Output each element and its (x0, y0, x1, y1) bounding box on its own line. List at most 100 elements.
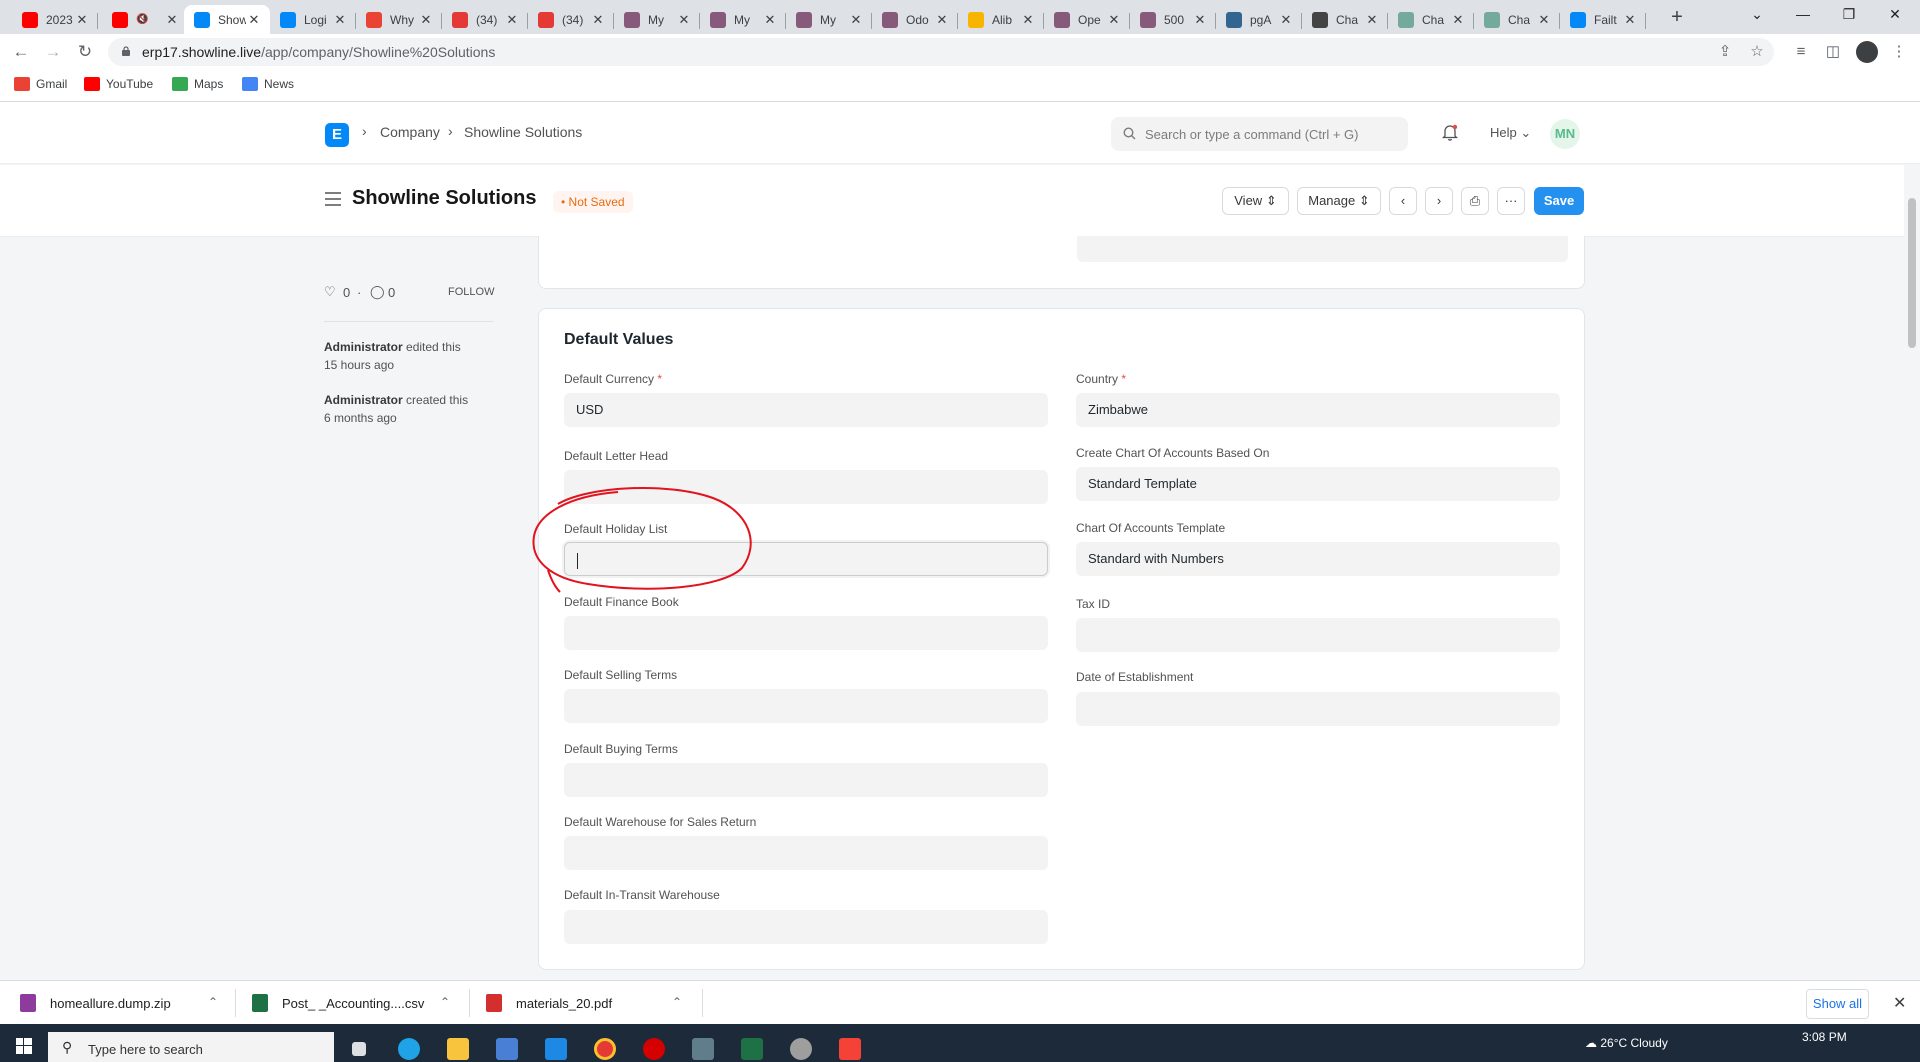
country-field[interactable]: Zimbabwe (1076, 393, 1560, 427)
browser-tab[interactable]: Show ✕ (184, 5, 270, 34)
timeline-user[interactable]: Administrator (324, 393, 403, 407)
default-finance-book-field[interactable] (564, 616, 1048, 650)
excel-icon[interactable] (741, 1038, 763, 1060)
bookmark-news[interactable]: News (242, 77, 294, 91)
muted-speaker-icon[interactable]: 🔇 (136, 14, 148, 25)
app-logo[interactable]: E (325, 123, 349, 147)
download-item[interactable]: materials_20.pdf ⌃ (486, 981, 686, 1025)
browser-tab[interactable]: pgA ✕ (1216, 5, 1302, 34)
show-all-downloads-button[interactable]: Show all (1806, 989, 1869, 1019)
previous-field-input[interactable] (1077, 236, 1568, 262)
browser-tab[interactable]: Logi ✕ (270, 5, 356, 34)
close-tab-icon[interactable]: ✕ (332, 12, 348, 28)
default-selling-terms-field[interactable] (564, 689, 1048, 723)
scrollbar-thumb[interactable] (1908, 198, 1916, 348)
share-icon[interactable]: ⇪ (1714, 41, 1736, 63)
close-tab-icon[interactable]: ✕ (934, 12, 950, 28)
bookmark-star-icon[interactable]: ☆ (1746, 41, 1768, 63)
default-buying-terms-field[interactable] (564, 763, 1048, 797)
mail-icon[interactable] (545, 1038, 567, 1060)
close-tab-icon[interactable]: ✕ (848, 12, 864, 28)
close-tab-icon[interactable]: ✕ (590, 12, 606, 28)
date-of-establishment-field[interactable] (1076, 692, 1560, 726)
view-button[interactable]: View ⇕ (1222, 187, 1289, 215)
close-tab-icon[interactable]: ✕ (1364, 12, 1380, 28)
browser-tab[interactable]: My ✕ (700, 5, 786, 34)
close-tab-icon[interactable]: ✕ (762, 12, 778, 28)
chevron-up-icon[interactable]: ⌃ (440, 995, 450, 1009)
manage-button[interactable]: Manage ⇕ (1297, 187, 1381, 215)
close-tab-icon[interactable]: ✕ (1020, 12, 1036, 28)
browser-tab[interactable]: (34) ✕ (528, 5, 614, 34)
download-item[interactable]: homeallure.dump.zip ⌃ (20, 981, 220, 1025)
browser-menu-icon[interactable]: ⋮ (1888, 41, 1910, 63)
heart-icon[interactable]: ♡ (324, 284, 336, 300)
close-tab-icon[interactable]: ✕ (1278, 12, 1294, 28)
tax-id-field[interactable] (1076, 618, 1560, 652)
task-view-icon[interactable] (352, 1042, 366, 1056)
close-tab-icon[interactable]: ✕ (164, 12, 180, 28)
comment-icon[interactable]: ◯ (370, 284, 385, 300)
default-warehouse-sales-return-field[interactable] (564, 836, 1048, 870)
close-tab-icon[interactable]: ✕ (1450, 12, 1466, 28)
timeline-user[interactable]: Administrator (324, 340, 403, 354)
browser-tab[interactable]: 2023 ✕ (12, 5, 98, 34)
address-bar[interactable]: erp17.showline.live/app/company/Showline… (108, 38, 1774, 66)
forward-icon[interactable]: → (40, 39, 66, 65)
breadcrumb-company[interactable]: Company (380, 124, 440, 140)
browser-tab[interactable]: Why ✕ (356, 5, 442, 34)
browser-tab[interactable]: Odo ✕ (872, 5, 958, 34)
close-tab-icon[interactable]: ✕ (504, 12, 520, 28)
taskbar-search-input[interactable]: ⚲ Type here to search (48, 1032, 334, 1062)
reading-list-icon[interactable]: ≡ (1790, 41, 1812, 63)
opera-icon[interactable] (643, 1038, 665, 1060)
hamburger-icon[interactable] (325, 192, 341, 206)
browser-tab[interactable]: 🔇 ✕ (102, 5, 188, 34)
edge-icon[interactable] (398, 1038, 420, 1060)
close-tab-icon[interactable]: ✕ (74, 12, 90, 28)
close-tab-icon[interactable]: ✕ (1536, 12, 1552, 28)
new-tab-button[interactable]: + (1663, 5, 1691, 29)
browser-tab[interactable]: Alib ✕ (958, 5, 1044, 34)
close-tab-icon[interactable]: ✕ (676, 12, 692, 28)
bookmark-gmail[interactable]: Gmail (14, 77, 67, 91)
default-currency-field[interactable]: USD (564, 393, 1048, 427)
bookmark-youtube[interactable]: YouTube (84, 77, 153, 91)
close-tab-icon[interactable]: ✕ (1192, 12, 1208, 28)
tab-search-icon[interactable]: ⌄ (1734, 0, 1780, 30)
chrome-icon[interactable] (594, 1038, 616, 1060)
windows-start-icon[interactable] (16, 1038, 32, 1054)
browser-tab[interactable]: (34) ✕ (442, 5, 528, 34)
side-panel-icon[interactable]: ◫ (1822, 41, 1844, 63)
browser-tab[interactable]: 500 ✕ (1130, 5, 1216, 34)
download-item[interactable]: Post_ _Accounting....csv ⌃ (252, 981, 452, 1025)
more-actions-button[interactable]: ··· (1497, 187, 1525, 215)
browser-tab[interactable]: Ope ✕ (1044, 5, 1130, 34)
profile-avatar[interactable] (1856, 41, 1878, 63)
save-button[interactable]: Save (1534, 187, 1584, 215)
store-icon[interactable] (496, 1038, 518, 1060)
chevron-up-icon[interactable]: ⌃ (672, 995, 682, 1009)
next-record-button[interactable]: › (1425, 187, 1453, 215)
search-input[interactable]: Search or type a command (Ctrl + G) (1111, 117, 1408, 151)
clock[interactable]: 3:08 PM (1802, 1030, 1847, 1044)
close-tab-icon[interactable]: ✕ (246, 12, 262, 28)
bookmark-maps[interactable]: Maps (172, 77, 223, 91)
file-explorer-icon[interactable] (447, 1038, 469, 1060)
calculator-icon[interactable] (692, 1038, 714, 1060)
user-avatar[interactable]: MN (1550, 119, 1580, 149)
back-icon[interactable]: ← (8, 39, 34, 65)
browser-tab[interactable]: Cha ✕ (1474, 5, 1560, 34)
breadcrumb-record[interactable]: Showline Solutions (464, 124, 582, 140)
close-tab-icon[interactable]: ✕ (1622, 12, 1638, 28)
restore-icon[interactable]: ❐ (1826, 0, 1872, 30)
close-window-icon[interactable]: ✕ (1872, 0, 1918, 30)
browser-tab[interactable]: Failt ✕ (1560, 5, 1646, 34)
anydesk-icon[interactable] (839, 1038, 861, 1060)
bell-icon[interactable] (1440, 122, 1460, 142)
close-icon[interactable]: ✕ (1893, 993, 1906, 1013)
browser-tab[interactable]: My ✕ (786, 5, 872, 34)
chart-of-accounts-template-select[interactable]: Standard with Numbers (1076, 542, 1560, 576)
browser-tab[interactable]: My ✕ (614, 5, 700, 34)
browser-tab[interactable]: Cha ✕ (1388, 5, 1474, 34)
